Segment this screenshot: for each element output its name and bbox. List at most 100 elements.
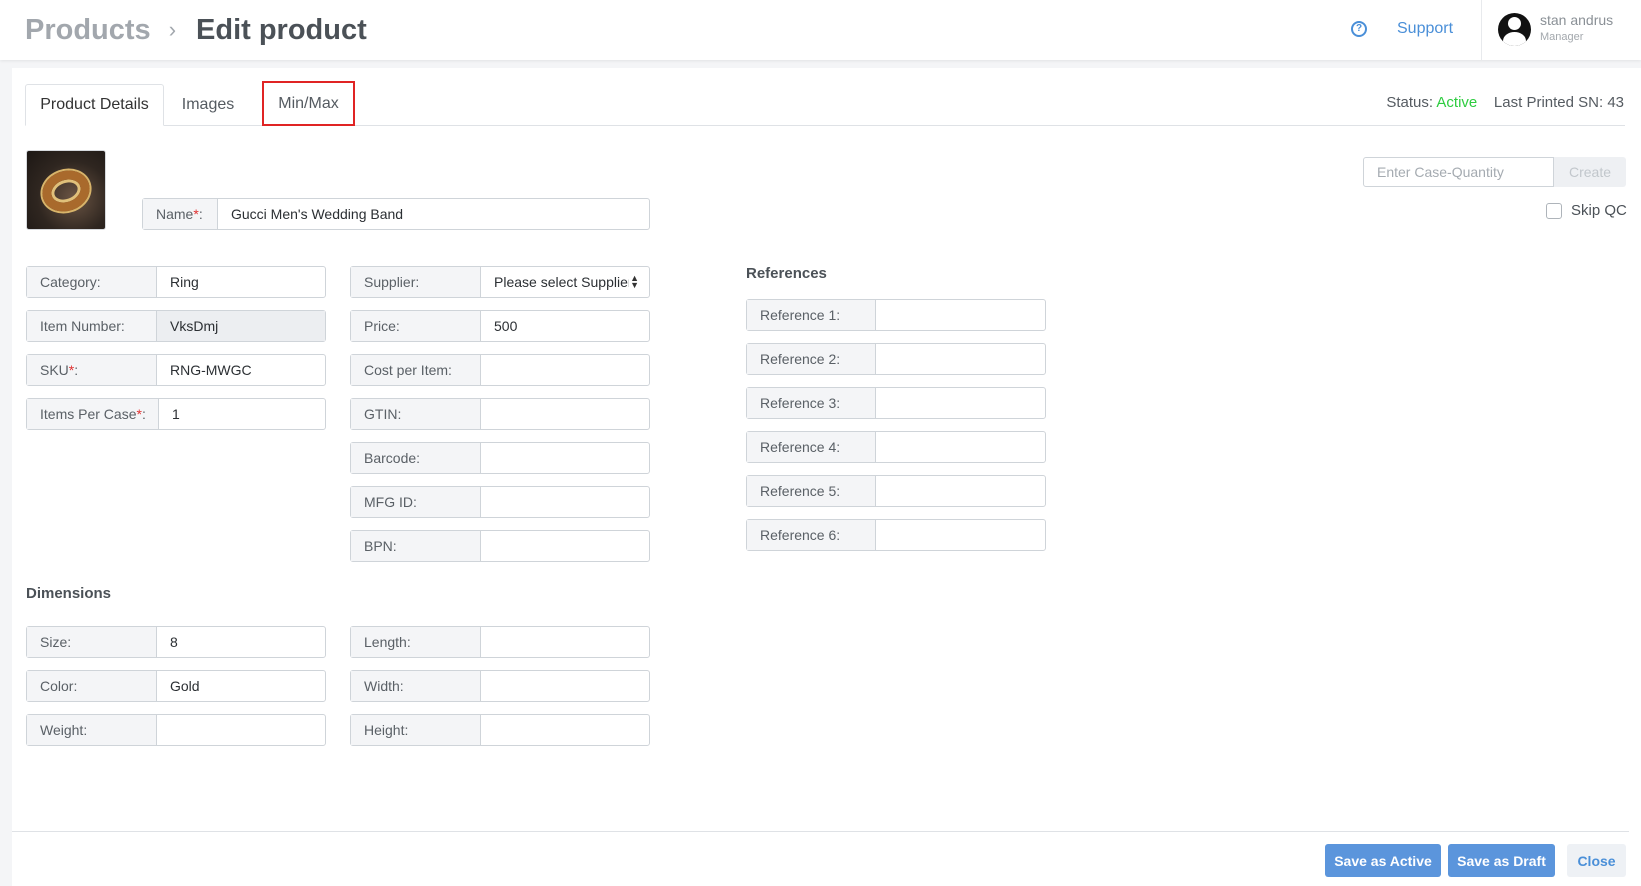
bpn-field: BPN:: [350, 530, 650, 562]
length-label: Length:: [351, 627, 481, 657]
category-field: Category: Ring: [26, 266, 326, 298]
avatar: [1498, 13, 1531, 46]
tab-min-max[interactable]: Min/Max: [262, 81, 355, 126]
cost-per-item-label: Cost per Item:: [351, 355, 481, 385]
top-header: Products › Edit product ? Support stan a…: [0, 0, 1641, 60]
reference-1-input[interactable]: [876, 300, 1045, 330]
mfg-id-input[interactable]: [481, 487, 649, 517]
item-number-input: VksDmj: [157, 311, 325, 341]
name-field-label: Name *:: [143, 199, 218, 229]
price-label: Price:: [351, 311, 481, 341]
support-link[interactable]: Support: [1397, 20, 1453, 38]
height-input[interactable]: [481, 715, 649, 745]
last-printed-label: Last Printed SN:: [1493, 94, 1604, 111]
reference-5-field: Reference 5:: [746, 475, 1046, 507]
items-per-case-input[interactable]: 1: [159, 399, 325, 429]
item-number-label: Item Number:: [27, 311, 157, 341]
mfg-id-field: MFG ID:: [350, 486, 650, 518]
dimensions-title: Dimensions: [26, 585, 112, 602]
save-as-draft-button[interactable]: Save as Draft: [1448, 844, 1555, 877]
ring-image-shape: [36, 163, 96, 219]
skip-qc-checkbox[interactable]: [1546, 202, 1562, 219]
help-icon[interactable]: ?: [1351, 21, 1367, 37]
width-label: Width:: [351, 671, 481, 701]
supplier-select[interactable]: Please select Supplier ▲ ▼: [481, 267, 649, 297]
weight-field: Weight:: [26, 714, 326, 746]
user-name: stan andrus: [1540, 12, 1614, 28]
supplier-field: Supplier: Please select Supplier ▲ ▼: [350, 266, 650, 298]
breadcrumb: Products › Edit product: [25, 10, 367, 50]
tab-images[interactable]: Images: [166, 84, 250, 126]
weight-input[interactable]: [157, 715, 325, 745]
barcode-field: Barcode:: [350, 442, 650, 474]
barcode-input[interactable]: [481, 443, 649, 473]
avatar-head-shape: [1508, 17, 1521, 30]
color-input[interactable]: Gold: [157, 671, 325, 701]
breadcrumb-products-link[interactable]: Products: [25, 14, 151, 47]
width-field: Width:: [350, 670, 650, 702]
price-field: Price: 500: [350, 310, 650, 342]
reference-4-field: Reference 4:: [746, 431, 1046, 463]
reference-6-label: Reference 6:: [747, 520, 876, 550]
footer-divider: [12, 831, 1629, 832]
supplier-select-value: Please select Supplier: [494, 274, 629, 290]
items-per-case-label: Items Per Case *:: [27, 399, 159, 429]
name-field: Name *: Gucci Men's Wedding Band: [142, 198, 650, 230]
reference-6-field: Reference 6:: [746, 519, 1046, 551]
references-title: References: [746, 265, 827, 282]
supplier-label: Supplier:: [351, 267, 481, 297]
reference-4-label: Reference 4:: [747, 432, 876, 462]
bpn-input[interactable]: [481, 531, 649, 561]
width-input[interactable]: [481, 671, 649, 701]
weight-label: Weight:: [27, 715, 157, 745]
status-label: Status:: [1386, 94, 1434, 111]
skip-qc-label: Skip QC: [1571, 202, 1627, 219]
reference-5-input[interactable]: [876, 476, 1045, 506]
item-number-field: Item Number: VksDmj: [26, 310, 326, 342]
user-role: Manager: [1540, 31, 1584, 43]
reference-1-field: Reference 1:: [746, 299, 1046, 331]
category-input[interactable]: Ring: [157, 267, 325, 297]
length-input[interactable]: [481, 627, 649, 657]
size-label: Size:: [27, 627, 157, 657]
gtin-label: GTIN:: [351, 399, 481, 429]
reference-6-input[interactable]: [876, 520, 1045, 550]
reference-1-label: Reference 1:: [747, 300, 876, 330]
name-input[interactable]: Gucci Men's Wedding Band: [218, 199, 649, 229]
reference-3-input[interactable]: [876, 388, 1045, 418]
reference-4-input[interactable]: [876, 432, 1045, 462]
case-quantity-input[interactable]: Enter Case-Quantity: [1363, 157, 1554, 187]
reference-2-input[interactable]: [876, 344, 1045, 374]
category-label: Category:: [27, 267, 157, 297]
color-field: Color: Gold: [26, 670, 326, 702]
gtin-field: GTIN:: [350, 398, 650, 430]
cost-per-item-field: Cost per Item:: [350, 354, 650, 386]
sku-input[interactable]: RNG-MWGC: [157, 355, 325, 385]
mfg-id-label: MFG ID:: [351, 487, 481, 517]
product-thumbnail[interactable]: [26, 150, 106, 230]
gtin-input[interactable]: [481, 399, 649, 429]
reference-5-label: Reference 5:: [747, 476, 876, 506]
height-field: Height:: [350, 714, 650, 746]
size-field: Size: 8: [26, 626, 326, 658]
size-input[interactable]: 8: [157, 627, 325, 657]
page-title: Edit product: [196, 13, 367, 46]
select-arrows-icon: ▲ ▼: [630, 273, 639, 290]
close-button[interactable]: Close: [1567, 844, 1626, 877]
reference-2-label: Reference 2:: [747, 344, 876, 374]
tab-product-details[interactable]: Product Details: [25, 84, 164, 126]
user-menu[interactable]: stan andrus Manager: [1481, 0, 1641, 60]
status-badge: Active: [1436, 94, 1478, 111]
reference-3-label: Reference 3:: [747, 388, 876, 418]
skip-qc[interactable]: Skip QC: [1546, 202, 1627, 219]
chevron-right-icon: ›: [168, 17, 177, 42]
color-label: Color:: [27, 671, 157, 701]
bpn-label: BPN:: [351, 531, 481, 561]
create-button[interactable]: Create: [1554, 157, 1626, 187]
sku-field: SKU *: RNG-MWGC: [26, 354, 326, 386]
cost-per-item-input[interactable]: [481, 355, 649, 385]
reference-3-field: Reference 3:: [746, 387, 1046, 419]
save-as-active-button[interactable]: Save as Active: [1325, 844, 1441, 877]
price-input[interactable]: 500: [481, 311, 649, 341]
avatar-body-shape: [1503, 32, 1526, 46]
